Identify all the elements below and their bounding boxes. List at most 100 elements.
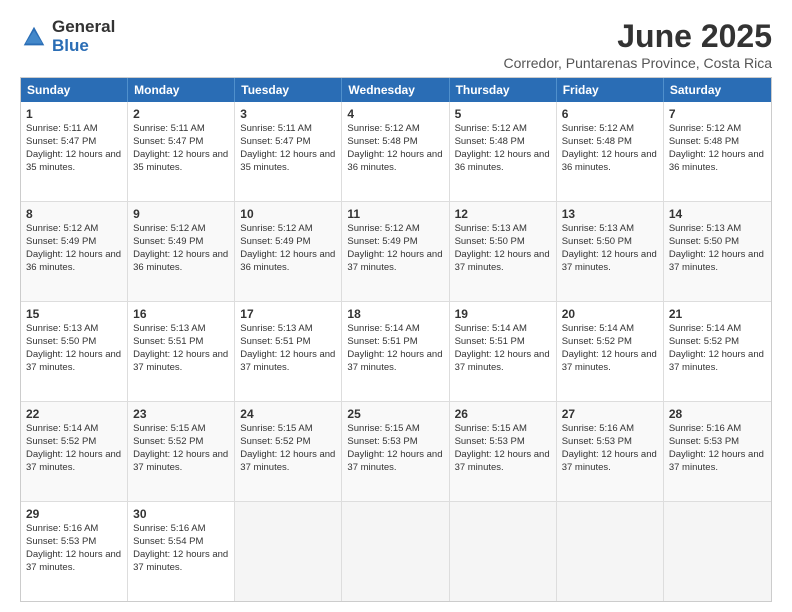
calendar-body: 1 Sunrise: 5:11 AM Sunset: 5:47 PM Dayli…: [21, 102, 771, 601]
header-thursday: Thursday: [450, 78, 557, 102]
day-15-daylight: Daylight: 12 hours and 37 minutes.: [26, 349, 121, 373]
day-19-daylight: Daylight: 12 hours and 37 minutes.: [455, 349, 550, 373]
day-10-daylight: Daylight: 12 hours and 36 minutes.: [240, 249, 335, 273]
day-7: 7 Sunrise: 5:12 AM Sunset: 5:48 PM Dayli…: [664, 102, 771, 201]
day-8-sunrise: Sunrise: 5:12 AM: [26, 223, 98, 234]
day-1-sunset: Sunset: 5:47 PM: [26, 136, 96, 147]
day-2: 2 Sunrise: 5:11 AM Sunset: 5:47 PM Dayli…: [128, 102, 235, 201]
day-2-sunset: Sunset: 5:47 PM: [133, 136, 203, 147]
day-14-sunset: Sunset: 5:50 PM: [669, 236, 739, 247]
day-number-18: 18: [347, 306, 443, 322]
day-9-sunrise: Sunrise: 5:12 AM: [133, 223, 205, 234]
week-row-4: 22 Sunrise: 5:14 AM Sunset: 5:52 PM Dayl…: [21, 401, 771, 501]
title-block: June 2025 Corredor, Puntarenas Province,…: [504, 18, 772, 71]
day-15: 15 Sunrise: 5:13 AM Sunset: 5:50 PM Dayl…: [21, 302, 128, 401]
logo-general-text: General: [52, 18, 115, 37]
day-16-sunset: Sunset: 5:51 PM: [133, 336, 203, 347]
day-5-daylight: Daylight: 12 hours and 36 minutes.: [455, 149, 550, 173]
day-19-sunset: Sunset: 5:51 PM: [455, 336, 525, 347]
day-number-26: 26: [455, 406, 551, 422]
day-number-15: 15: [26, 306, 122, 322]
day-1: 1 Sunrise: 5:11 AM Sunset: 5:47 PM Dayli…: [21, 102, 128, 201]
calendar: Sunday Monday Tuesday Wednesday Thursday…: [20, 77, 772, 602]
day-26: 26 Sunrise: 5:15 AM Sunset: 5:53 PM Dayl…: [450, 402, 557, 501]
day-24-daylight: Daylight: 12 hours and 37 minutes.: [240, 449, 335, 473]
day-number-25: 25: [347, 406, 443, 422]
day-20-sunrise: Sunrise: 5:14 AM: [562, 323, 634, 334]
day-25: 25 Sunrise: 5:15 AM Sunset: 5:53 PM Dayl…: [342, 402, 449, 501]
day-4: 4 Sunrise: 5:12 AM Sunset: 5:48 PM Dayli…: [342, 102, 449, 201]
week-row-5: 29 Sunrise: 5:16 AM Sunset: 5:53 PM Dayl…: [21, 501, 771, 601]
day-number-30: 30: [133, 506, 229, 522]
day-17-daylight: Daylight: 12 hours and 37 minutes.: [240, 349, 335, 373]
day-number-20: 20: [562, 306, 658, 322]
day-6: 6 Sunrise: 5:12 AM Sunset: 5:48 PM Dayli…: [557, 102, 664, 201]
day-1-sunrise: Sunrise: 5:11 AM: [26, 123, 98, 134]
day-30-sunrise: Sunrise: 5:16 AM: [133, 523, 205, 534]
day-number-13: 13: [562, 206, 658, 222]
day-number-12: 12: [455, 206, 551, 222]
day-11-sunset: Sunset: 5:49 PM: [347, 236, 417, 247]
day-1-daylight: Daylight: 12 hours and 35 minutes.: [26, 149, 121, 173]
day-number-23: 23: [133, 406, 229, 422]
day-number-16: 16: [133, 306, 229, 322]
day-number-24: 24: [240, 406, 336, 422]
day-13-sunset: Sunset: 5:50 PM: [562, 236, 632, 247]
day-5-sunset: Sunset: 5:48 PM: [455, 136, 525, 147]
day-4-sunrise: Sunrise: 5:12 AM: [347, 123, 419, 134]
day-10: 10 Sunrise: 5:12 AM Sunset: 5:49 PM Dayl…: [235, 202, 342, 301]
day-16-daylight: Daylight: 12 hours and 37 minutes.: [133, 349, 228, 373]
day-28-daylight: Daylight: 12 hours and 37 minutes.: [669, 449, 764, 473]
day-21-sunset: Sunset: 5:52 PM: [669, 336, 739, 347]
day-20-sunset: Sunset: 5:52 PM: [562, 336, 632, 347]
day-30-sunset: Sunset: 5:54 PM: [133, 536, 203, 547]
day-22-sunset: Sunset: 5:52 PM: [26, 436, 96, 447]
day-12-sunrise: Sunrise: 5:13 AM: [455, 223, 527, 234]
day-11-sunrise: Sunrise: 5:12 AM: [347, 223, 419, 234]
day-14-sunrise: Sunrise: 5:13 AM: [669, 223, 741, 234]
day-2-sunrise: Sunrise: 5:11 AM: [133, 123, 205, 134]
day-8: 8 Sunrise: 5:12 AM Sunset: 5:49 PM Dayli…: [21, 202, 128, 301]
day-13-daylight: Daylight: 12 hours and 37 minutes.: [562, 249, 657, 273]
day-5: 5 Sunrise: 5:12 AM Sunset: 5:48 PM Dayli…: [450, 102, 557, 201]
day-16-sunrise: Sunrise: 5:13 AM: [133, 323, 205, 334]
day-empty-3: [450, 502, 557, 601]
logo-icon: [20, 23, 48, 51]
day-9-sunset: Sunset: 5:49 PM: [133, 236, 203, 247]
day-24-sunrise: Sunrise: 5:15 AM: [240, 423, 312, 434]
day-29-sunrise: Sunrise: 5:16 AM: [26, 523, 98, 534]
day-6-sunset: Sunset: 5:48 PM: [562, 136, 632, 147]
week-row-2: 8 Sunrise: 5:12 AM Sunset: 5:49 PM Dayli…: [21, 201, 771, 301]
day-12: 12 Sunrise: 5:13 AM Sunset: 5:50 PM Dayl…: [450, 202, 557, 301]
day-21-daylight: Daylight: 12 hours and 37 minutes.: [669, 349, 764, 373]
day-number-6: 6: [562, 106, 658, 122]
day-29: 29 Sunrise: 5:16 AM Sunset: 5:53 PM Dayl…: [21, 502, 128, 601]
day-14: 14 Sunrise: 5:13 AM Sunset: 5:50 PM Dayl…: [664, 202, 771, 301]
day-6-sunrise: Sunrise: 5:12 AM: [562, 123, 634, 134]
day-29-sunset: Sunset: 5:53 PM: [26, 536, 96, 547]
day-number-9: 9: [133, 206, 229, 222]
day-30: 30 Sunrise: 5:16 AM Sunset: 5:54 PM Dayl…: [128, 502, 235, 601]
day-20-daylight: Daylight: 12 hours and 37 minutes.: [562, 349, 657, 373]
day-22: 22 Sunrise: 5:14 AM Sunset: 5:52 PM Dayl…: [21, 402, 128, 501]
header-monday: Monday: [128, 78, 235, 102]
location-title: Corredor, Puntarenas Province, Costa Ric…: [504, 55, 772, 71]
day-2-daylight: Daylight: 12 hours and 35 minutes.: [133, 149, 228, 173]
day-22-daylight: Daylight: 12 hours and 37 minutes.: [26, 449, 121, 473]
day-17-sunrise: Sunrise: 5:13 AM: [240, 323, 312, 334]
day-4-sunset: Sunset: 5:48 PM: [347, 136, 417, 147]
day-12-sunset: Sunset: 5:50 PM: [455, 236, 525, 247]
day-21: 21 Sunrise: 5:14 AM Sunset: 5:52 PM Dayl…: [664, 302, 771, 401]
day-number-29: 29: [26, 506, 122, 522]
day-27: 27 Sunrise: 5:16 AM Sunset: 5:53 PM Dayl…: [557, 402, 664, 501]
logo: General Blue: [20, 18, 115, 55]
day-number-5: 5: [455, 106, 551, 122]
day-8-sunset: Sunset: 5:49 PM: [26, 236, 96, 247]
day-11: 11 Sunrise: 5:12 AM Sunset: 5:49 PM Dayl…: [342, 202, 449, 301]
header-tuesday: Tuesday: [235, 78, 342, 102]
day-9: 9 Sunrise: 5:12 AM Sunset: 5:49 PM Dayli…: [128, 202, 235, 301]
day-18-sunrise: Sunrise: 5:14 AM: [347, 323, 419, 334]
day-number-28: 28: [669, 406, 766, 422]
header-wednesday: Wednesday: [342, 78, 449, 102]
day-10-sunset: Sunset: 5:49 PM: [240, 236, 310, 247]
